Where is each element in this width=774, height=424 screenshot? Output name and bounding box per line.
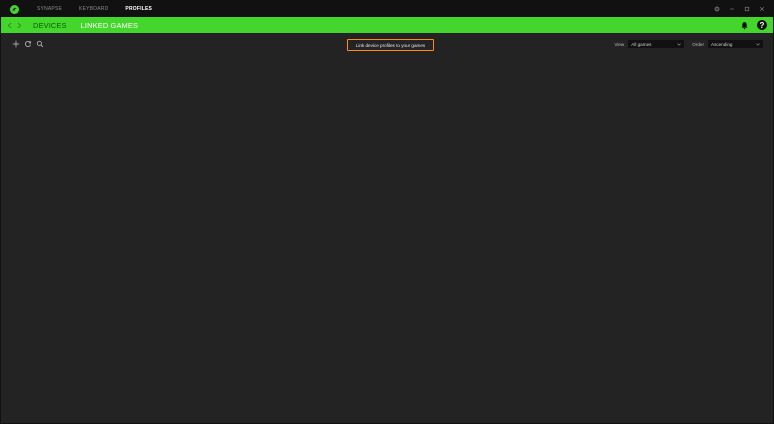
minimize-icon[interactable] — [724, 1, 739, 17]
view-select[interactable]: All games — [628, 40, 685, 48]
link-profiles-button[interactable]: Link device profiles to your games — [347, 39, 434, 51]
refresh-icon[interactable] — [24, 40, 32, 48]
search-icon[interactable] — [36, 40, 44, 48]
title-bar: SYNAPSE KEYBOARD PROFILES — [1, 1, 773, 17]
order-label: Order — [692, 41, 704, 47]
notification-bell-icon[interactable] — [740, 21, 749, 30]
nav-tab-keyboard[interactable]: KEYBOARD — [79, 6, 108, 12]
games-list-area — [1, 57, 773, 423]
razer-logo-icon[interactable] — [10, 4, 19, 14]
chevron-down-icon — [756, 42, 760, 46]
chevron-down-icon — [677, 42, 681, 46]
app-window: SYNAPSE KEYBOARD PROFILES DEVICES LINKED… — [0, 0, 774, 424]
tab-linked-games[interactable]: LINKED GAMES — [81, 21, 138, 30]
tool-icons — [12, 40, 48, 48]
settings-icon[interactable] — [709, 1, 724, 17]
close-icon[interactable] — [754, 1, 769, 17]
order-select[interactable]: Ascending — [708, 40, 763, 48]
back-arrow-icon[interactable] — [5, 17, 13, 33]
forward-arrow-icon[interactable] — [15, 17, 23, 33]
filters: View All games Order Ascending — [614, 40, 763, 48]
nav-tab-profiles[interactable]: PROFILES — [125, 6, 152, 12]
window-controls — [709, 1, 769, 17]
tab-devices[interactable]: DEVICES — [33, 21, 67, 30]
view-label: View — [614, 41, 625, 47]
view-select-value: All games — [631, 41, 652, 47]
nav-tab-synapse[interactable]: SYNAPSE — [37, 6, 62, 12]
sub-header: DEVICES LINKED GAMES ? — [1, 17, 773, 33]
order-select-value: Ascending — [711, 41, 733, 47]
sub-header-actions: ? — [740, 17, 767, 33]
add-icon[interactable] — [12, 40, 20, 48]
toolbar: Link device profiles to your games View … — [1, 34, 773, 56]
maximize-icon[interactable] — [739, 1, 754, 17]
help-icon[interactable]: ? — [757, 20, 767, 30]
